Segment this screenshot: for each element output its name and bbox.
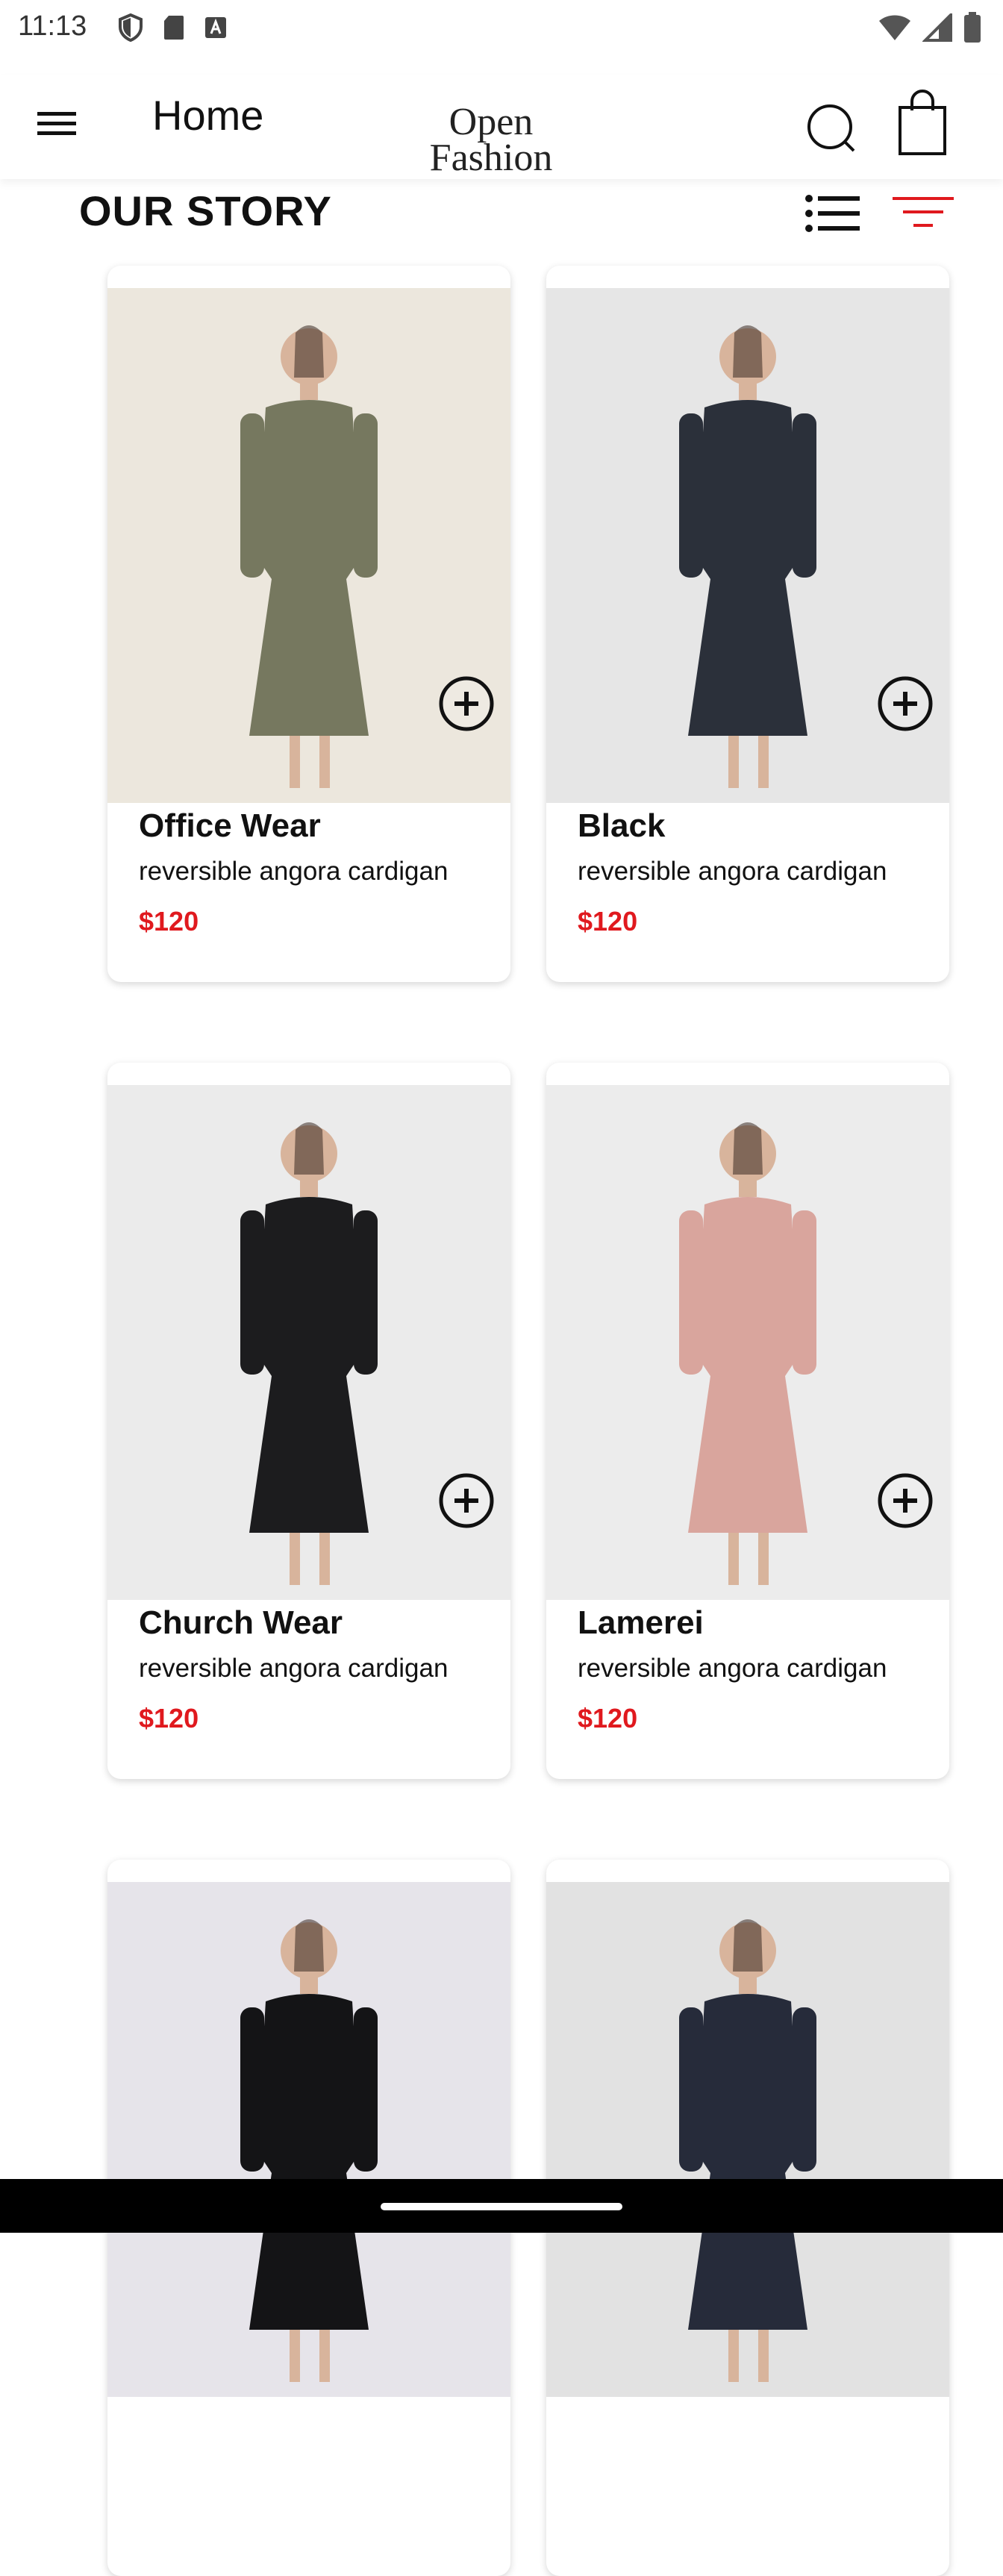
sd-card-icon	[164, 16, 184, 40]
add-to-cart-button[interactable]	[437, 1472, 496, 1530]
shield-icon	[119, 13, 143, 42]
a-box-icon	[205, 17, 226, 38]
product-price: $120	[578, 1703, 638, 1734]
product-card[interactable]: Church Wear reversible angora cardigan $12…	[107, 1063, 510, 1779]
add-to-cart-button[interactable]	[437, 675, 496, 733]
product-image[interactable]	[546, 1882, 949, 2397]
product-image[interactable]	[107, 1882, 510, 2397]
filter-icon	[893, 197, 954, 227]
search-button[interactable]	[800, 96, 864, 160]
list-view-icon	[805, 195, 860, 232]
product-name: Church Wear	[139, 1604, 343, 1641]
system-navigation-bar	[0, 2179, 1003, 2233]
shopping-bag-icon	[899, 90, 946, 155]
plus-circle-icon	[439, 676, 494, 731]
product-description: reversible angora cardigan	[139, 857, 449, 886]
product-card[interactable]: Office Wear reversible angora cardigan $12…	[107, 266, 510, 982]
menu-button[interactable]	[34, 100, 82, 148]
product-description: reversible angora cardigan	[139, 1654, 449, 1683]
product-description: reversible angora cardigan	[578, 857, 887, 886]
filter-button[interactable]	[890, 191, 957, 236]
svg-text:Fashion: Fashion	[430, 137, 553, 178]
open-fashion-logo: Open Fashion	[430, 101, 553, 178]
status-time: 11:13	[18, 10, 87, 42]
battery-icon	[964, 12, 981, 43]
status-left-icons	[118, 13, 227, 42]
search-icon	[807, 104, 855, 152]
home-indicator[interactable]	[381, 2203, 622, 2210]
product-name: Office Wear	[139, 807, 321, 844]
product-description: reversible angora cardigan	[578, 1654, 887, 1683]
status-bar: 11:13	[0, 0, 1003, 57]
product-price: $120	[139, 906, 199, 937]
plus-circle-icon	[878, 1473, 933, 1528]
product-price: $120	[139, 1703, 199, 1734]
plus-circle-icon	[439, 1473, 494, 1528]
plus-circle-icon	[878, 676, 933, 731]
page-title: Home	[152, 92, 264, 139]
add-to-cart-button[interactable]	[876, 675, 934, 733]
status-right-icons	[878, 12, 982, 43]
wifi-icon	[879, 15, 910, 40]
section-title: OUR STORY	[79, 187, 332, 234]
signal-icon	[922, 13, 952, 42]
product-card[interactable]: Black reversible angora cardigan $120	[546, 266, 949, 982]
product-price: $120	[578, 906, 638, 937]
product-card[interactable]: Lamerei reversible angora cardigan $120	[546, 1063, 949, 1779]
add-to-cart-button[interactable]	[876, 1472, 934, 1530]
menu-icon	[37, 112, 76, 135]
shopping-bag-button[interactable]	[893, 88, 957, 160]
product-name: Black	[578, 807, 666, 844]
list-view-button[interactable]	[803, 191, 863, 236]
product-name: Lamerei	[578, 1604, 704, 1641]
app-bar: Home Open Fashion	[0, 75, 1003, 179]
